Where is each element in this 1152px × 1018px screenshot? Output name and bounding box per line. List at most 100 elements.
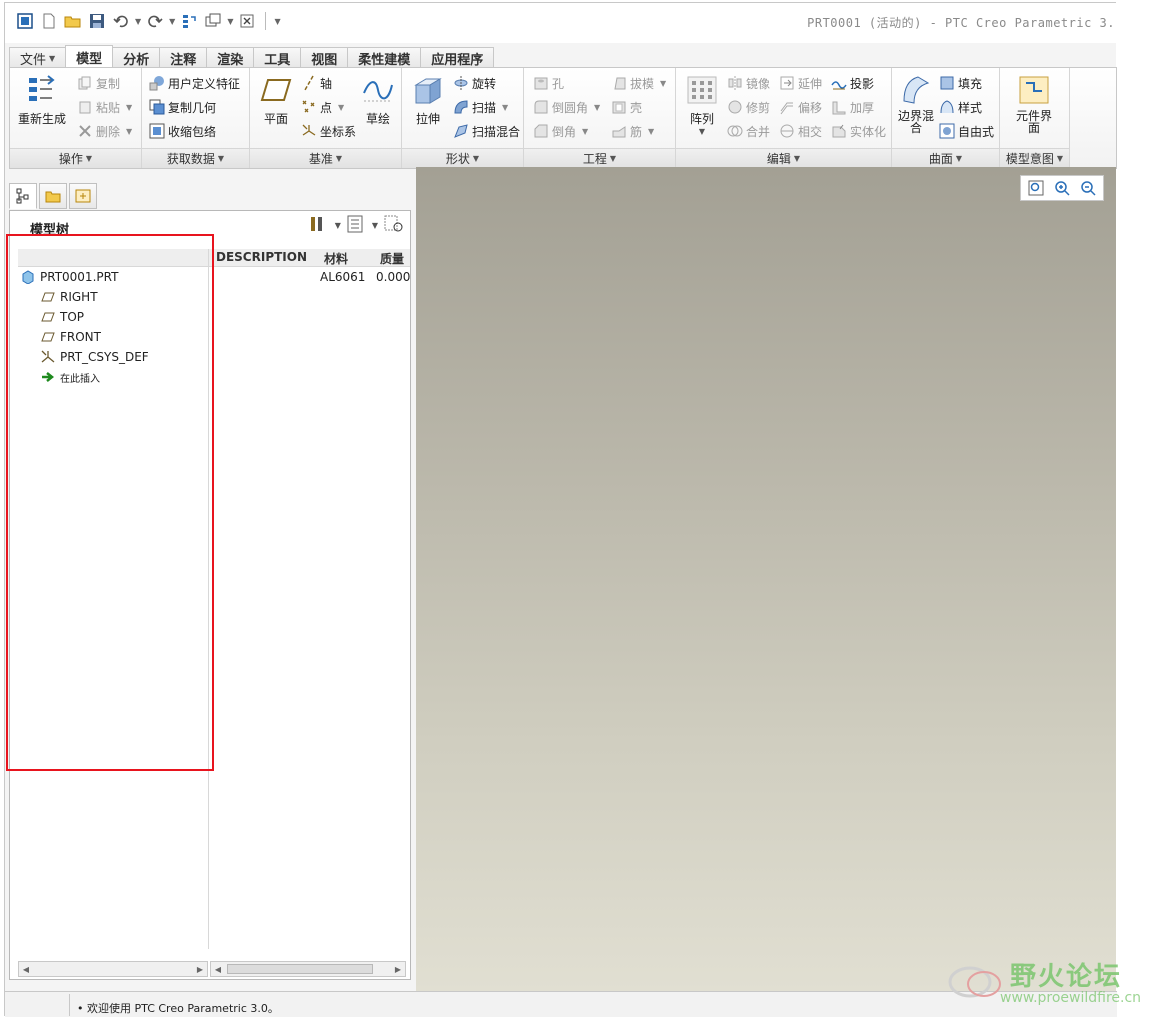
solidify-button[interactable]: 实体化 xyxy=(830,121,886,141)
toolbar-separator xyxy=(265,12,267,30)
round-button[interactable]: 倒圆角 ▼ xyxy=(532,97,600,117)
project-button[interactable]: 投影 xyxy=(830,73,874,93)
regenerate-small-icon[interactable] xyxy=(179,11,199,31)
window-title: PRT0001 (活动的) - PTC Creo Parametric 3. xyxy=(807,16,1115,30)
swept-blend-button[interactable]: 扫描混合 xyxy=(452,121,520,141)
show-dropdown-icon[interactable]: ▼ xyxy=(372,221,378,230)
undo-dropdown-icon[interactable]: ▼ xyxy=(135,17,141,26)
intersect-icon xyxy=(778,122,796,140)
thicken-button[interactable]: 加厚 xyxy=(830,97,874,117)
tab-model-tree[interactable] xyxy=(9,183,37,209)
tab-applications[interactable]: 应用程序 xyxy=(420,47,495,69)
scrollbar-thumb[interactable] xyxy=(227,964,373,974)
udf-button[interactable]: 用户定义特征 xyxy=(148,73,240,93)
settings-dropdown-icon[interactable]: ▼ xyxy=(335,221,341,230)
column-material[interactable]: 材料 xyxy=(324,250,348,267)
delete-icon xyxy=(76,122,94,140)
columns-horizontal-scrollbar[interactable]: ◀ ▶ xyxy=(210,961,406,977)
mirror-button[interactable]: 镜像 xyxy=(726,73,770,93)
intersect-button[interactable]: 相交 xyxy=(778,121,822,141)
offset-button[interactable]: 偏移 xyxy=(778,97,822,117)
open-folder-icon[interactable] xyxy=(63,11,83,31)
group-label-shapes[interactable]: 形状 ▼ xyxy=(402,148,523,168)
copy-geometry-button[interactable]: 复制几何 xyxy=(148,97,216,117)
hole-button[interactable]: 孔 xyxy=(532,73,564,93)
group-label-engineering[interactable]: 工程 ▼ xyxy=(524,148,675,168)
axis-icon xyxy=(300,74,318,92)
tab-favorites[interactable] xyxy=(69,183,97,209)
mirror-icon xyxy=(726,74,744,92)
zoom-in-icon[interactable] xyxy=(1051,178,1073,198)
tab-file[interactable]: 文件 ▼ xyxy=(9,47,67,69)
component-interface-button[interactable]: 元件界面 xyxy=(1012,74,1056,134)
fill-button[interactable]: 填充 xyxy=(938,73,982,93)
refit-icon[interactable] xyxy=(1025,178,1047,198)
regenerate-icon xyxy=(26,74,58,106)
point-button[interactable]: 点 ▼ xyxy=(300,97,344,117)
save-icon[interactable] xyxy=(87,11,107,31)
group-label-model-intent[interactable]: 模型意图 ▼ xyxy=(1000,148,1069,168)
sweep-button[interactable]: 扫描 ▼ xyxy=(452,97,508,117)
tree-filter-icon[interactable] xyxy=(384,215,404,236)
scroll-left-icon[interactable]: ◀ xyxy=(19,962,33,976)
redo-dropdown-icon[interactable]: ▼ xyxy=(169,17,175,26)
scroll-left-icon[interactable]: ◀ xyxy=(211,962,225,976)
app-menu-icon[interactable] xyxy=(15,11,35,31)
tab-flexible-modeling[interactable]: 柔性建模 xyxy=(347,47,422,69)
show-columns-icon[interactable] xyxy=(347,215,363,236)
pattern-button[interactable]: 阵列 ▼ xyxy=(680,74,724,136)
copy-button[interactable]: 复制 xyxy=(76,73,120,93)
group-label-datum[interactable]: 基准 ▼ xyxy=(250,148,401,168)
shrinkwrap-button[interactable]: 收缩包络 xyxy=(148,121,216,141)
shell-button[interactable]: 壳 xyxy=(610,97,642,117)
tab-view[interactable]: 视图 xyxy=(300,47,349,69)
settings-tools-icon[interactable] xyxy=(308,215,326,236)
column-description[interactable]: DESCRIPTION xyxy=(216,250,307,264)
rib-button[interactable]: 筋 ▼ xyxy=(610,121,654,141)
scroll-right-icon[interactable]: ▶ xyxy=(193,962,207,976)
redo-icon[interactable] xyxy=(145,11,165,31)
draft-button[interactable]: 拔模 ▼ xyxy=(610,73,666,93)
merge-button[interactable]: 合并 xyxy=(726,121,770,141)
windows-dropdown-icon[interactable]: ▼ xyxy=(227,17,233,26)
tree-horizontal-scrollbar[interactable]: ◀ ▶ xyxy=(18,961,208,977)
trim-button[interactable]: 修剪 xyxy=(726,97,770,117)
tab-render[interactable]: 渲染 xyxy=(206,47,255,69)
axis-button[interactable]: 轴 xyxy=(300,73,332,93)
group-label-get-data[interactable]: 获取数据 ▼ xyxy=(142,148,249,168)
extrude-button[interactable]: 拉伸 xyxy=(406,74,450,127)
graphics-viewport[interactable] xyxy=(416,167,1116,991)
close-window-icon[interactable] xyxy=(237,11,257,31)
delete-button[interactable]: 删除 ▼ xyxy=(76,121,132,141)
paste-button[interactable]: 粘贴 ▼ xyxy=(76,97,132,117)
group-label-editing[interactable]: 编辑 ▼ xyxy=(676,148,891,168)
plane-button[interactable]: 平面 xyxy=(254,74,298,127)
undo-icon[interactable] xyxy=(111,11,131,31)
csys-button[interactable]: 坐标系 xyxy=(300,121,356,141)
tab-analysis[interactable]: 分析 xyxy=(112,47,161,69)
tab-tools[interactable]: 工具 xyxy=(253,47,302,69)
extend-button[interactable]: 延伸 xyxy=(778,73,822,93)
new-file-icon[interactable] xyxy=(39,11,59,31)
customize-toolbar-icon[interactable]: ▼ xyxy=(274,17,280,26)
column-mass[interactable]: 质量 xyxy=(380,250,404,267)
freestyle-button[interactable]: 自由式 xyxy=(938,121,994,141)
extrude-icon xyxy=(412,74,444,106)
style-button[interactable]: 样式 xyxy=(938,97,982,117)
scroll-right-icon[interactable]: ▶ xyxy=(391,962,405,976)
revolve-button[interactable]: 旋转 xyxy=(452,73,496,93)
freestyle-icon xyxy=(938,122,956,140)
group-get-data: 用户定义特征 复制几何 收缩包络 获取数据 ▼ xyxy=(142,68,250,168)
tab-model[interactable]: 模型 xyxy=(65,45,114,69)
regenerate-button[interactable]: 重新生成 xyxy=(14,74,70,127)
zoom-out-icon[interactable] xyxy=(1077,178,1099,198)
chamfer-button[interactable]: 倒角 ▼ xyxy=(532,121,588,141)
hole-icon xyxy=(532,74,550,92)
windows-icon[interactable] xyxy=(203,11,223,31)
group-label-operations[interactable]: 操作 ▼ xyxy=(10,148,141,168)
group-label-surfaces[interactable]: 曲面 ▼ xyxy=(892,148,999,168)
tab-annotate[interactable]: 注释 xyxy=(159,47,208,69)
tab-folder-browser[interactable] xyxy=(39,183,67,209)
boundary-blend-button[interactable]: 边界混合 xyxy=(894,74,938,134)
sketch-button[interactable]: 草绘 xyxy=(356,74,400,127)
